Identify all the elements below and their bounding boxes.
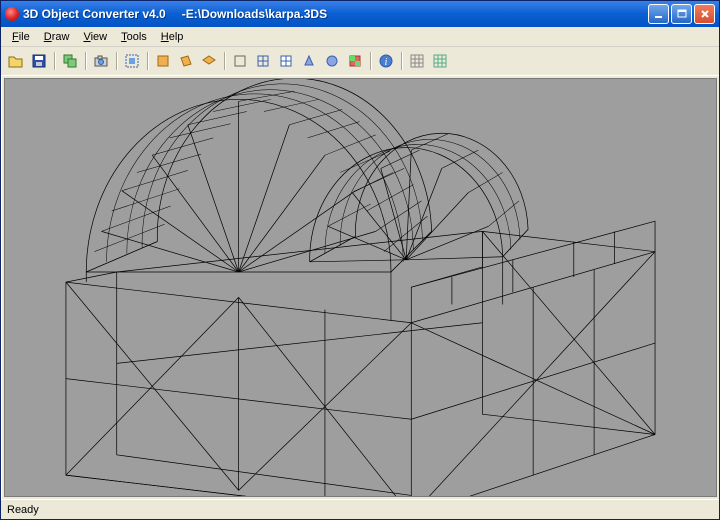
viewport-container: [1, 75, 719, 499]
info-button[interactable]: i: [375, 50, 397, 72]
wireframe-button[interactable]: [252, 50, 274, 72]
toolbar: i: [1, 47, 719, 75]
bbox-button[interactable]: [229, 50, 251, 72]
maximize-button[interactable]: [671, 4, 692, 24]
minimize-button[interactable]: [648, 4, 669, 24]
batch-convert-button[interactable]: [59, 50, 81, 72]
titlebar: 3D Object Converter v4.0 -E:\Downloads\k…: [1, 1, 719, 27]
menubar: File Draw View Tools Help: [1, 27, 719, 47]
menu-help[interactable]: Help: [154, 29, 191, 45]
status-text: Ready: [7, 504, 39, 516]
save-button[interactable]: [28, 50, 50, 72]
view-top-button[interactable]: [198, 50, 220, 72]
app-window: 3D Object Converter v4.0 -E:\Downloads\k…: [0, 0, 720, 520]
view-side-button[interactable]: [175, 50, 197, 72]
grid-b-button[interactable]: [429, 50, 451, 72]
wireframe-model: [5, 79, 716, 497]
menu-view[interactable]: View: [76, 29, 114, 45]
file-path: -E:\Downloads\karpa.3DS: [182, 7, 327, 21]
grid-a-button[interactable]: [406, 50, 428, 72]
window-buttons: [648, 4, 715, 24]
menu-draw[interactable]: Draw: [37, 29, 77, 45]
app-title: 3D Object Converter v4.0: [23, 7, 166, 21]
open-button[interactable]: [5, 50, 27, 72]
app-icon: [5, 7, 19, 21]
screenshot-button[interactable]: [90, 50, 112, 72]
menu-tools[interactable]: Tools: [114, 29, 154, 45]
3d-viewport[interactable]: [4, 78, 717, 497]
view-front-button[interactable]: [152, 50, 174, 72]
hidden-line-button[interactable]: [275, 50, 297, 72]
flat-shade-button[interactable]: [298, 50, 320, 72]
statusbar: Ready: [1, 499, 719, 519]
fit-view-button[interactable]: [121, 50, 143, 72]
textured-button[interactable]: [344, 50, 366, 72]
close-button[interactable]: [694, 4, 715, 24]
menu-file[interactable]: File: [5, 29, 37, 45]
svg-text:i: i: [385, 57, 388, 68]
smooth-shade-button[interactable]: [321, 50, 343, 72]
